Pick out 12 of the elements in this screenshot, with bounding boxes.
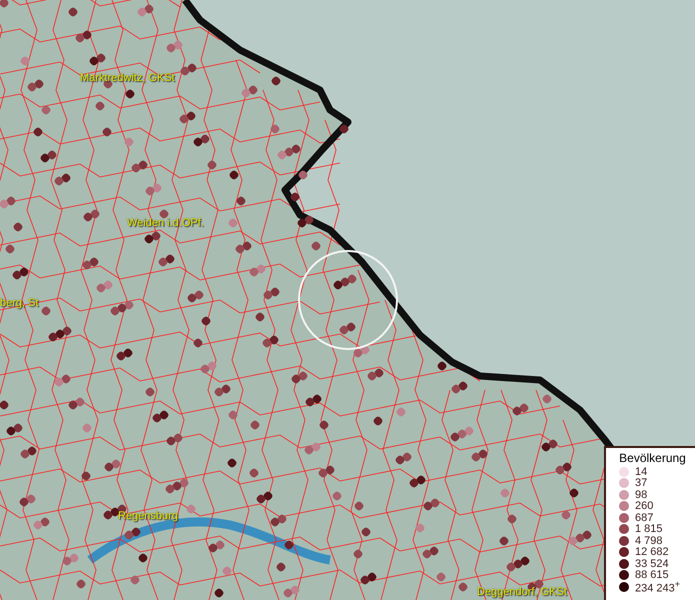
- legend-label: 1 815: [635, 523, 663, 536]
- legend-label: 88 615: [635, 569, 669, 582]
- legend-label: 260: [635, 500, 654, 512]
- legend-label: 12 682: [635, 546, 669, 558]
- legend-label: 33 524: [635, 558, 669, 570]
- legend-label: 98: [635, 488, 648, 501]
- legend-label: 4 798: [635, 534, 663, 547]
- legend-label: 14: [635, 466, 648, 478]
- legend-label: 234 243$^{+}$: [635, 578, 680, 595]
- legend-label: 687: [635, 512, 654, 524]
- legend-title: Bevölkerung: [618, 451, 687, 465]
- legend-label: 37: [635, 477, 648, 490]
